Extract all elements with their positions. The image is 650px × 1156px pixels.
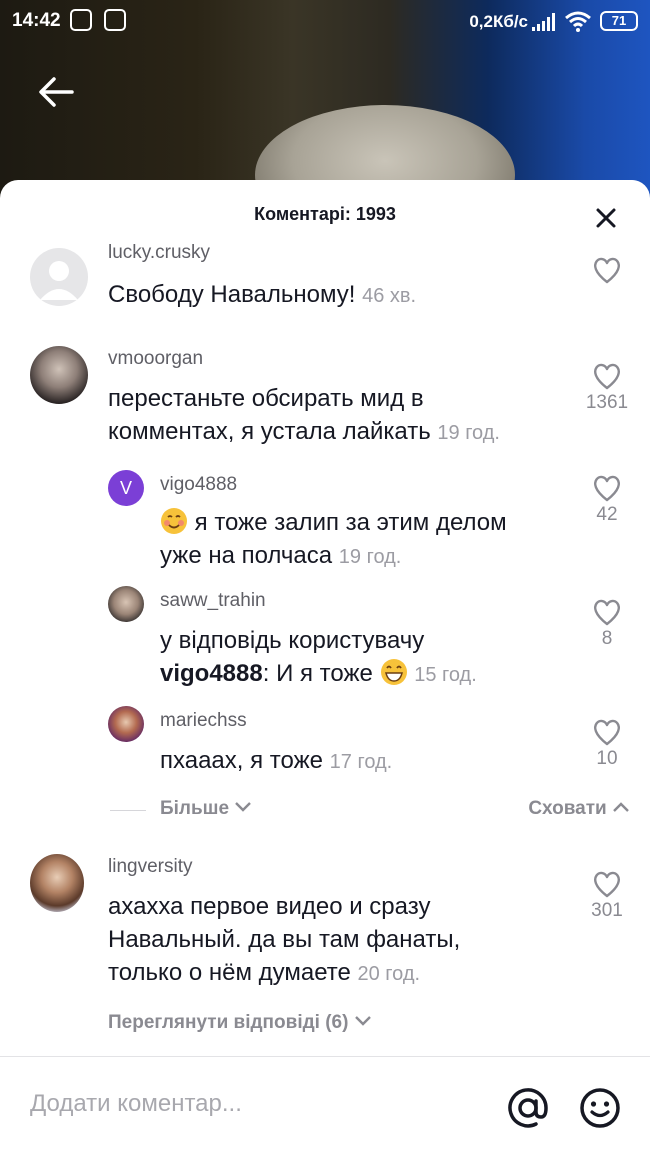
back-arrow-icon[interactable] [36, 72, 76, 112]
comment-time: 19 год. [437, 422, 500, 444]
comment-username[interactable]: lucky.crusky [108, 242, 210, 264]
comment-text: я тоже залип за этим делом уже на полчас… [160, 506, 507, 574]
avatar[interactable] [30, 346, 88, 404]
chevron-down-icon [354, 1016, 371, 1026]
heart-icon [594, 719, 620, 746]
hide-replies-label: Сховати [528, 798, 607, 819]
comment-body-line: : И я тоже [262, 660, 373, 687]
comments-sheet: Коментарі: 1993 lucky.crusky Свободу Нав… [0, 180, 650, 1156]
comment-time: 20 год. [357, 963, 421, 985]
avatar[interactable] [30, 248, 88, 306]
comment-time: 19 год. [338, 546, 402, 568]
like-count: 301 [591, 900, 623, 921]
chevron-down-icon [235, 802, 252, 812]
comment-body: Свободу Навальному! [108, 281, 356, 308]
status-time: 14:42 [12, 10, 61, 31]
comment-body: пхааах, я тоже [160, 747, 323, 774]
avatar[interactable] [108, 586, 144, 622]
show-more-label: Більше [160, 798, 230, 819]
view-replies-label: Переглянути відповіді (6) [108, 1012, 349, 1033]
blushing-smile-emoji-icon [161, 508, 187, 534]
show-more-button[interactable]: Більше [160, 798, 252, 820]
signal-icon [532, 13, 555, 31]
like-count: 8 [601, 628, 613, 649]
like-count: 10 [596, 748, 618, 769]
comment-text: ахахха первое видео и сразу Навальный. д… [108, 890, 460, 991]
grinning-emoji-icon [380, 659, 407, 685]
comment-body-line: я тоже залип за этим делом [194, 509, 507, 536]
comment-username[interactable]: saww_trahin [160, 590, 266, 612]
comment-text: перестаньте обсирать мид в комментах, я … [108, 382, 500, 450]
hide-replies-button[interactable]: Сховати [528, 798, 630, 820]
comment-body-line: только о нём думаете [108, 959, 351, 986]
comment-username[interactable]: mariechss [160, 710, 247, 732]
comment-body-line: комментах, я устала лайкать [108, 418, 431, 445]
like-button[interactable] [577, 256, 637, 284]
comment-time: 17 год. [329, 751, 393, 773]
like-button[interactable]: 8 [577, 598, 637, 650]
like-button[interactable]: 1361 [577, 362, 637, 414]
close-icon[interactable] [592, 204, 620, 232]
status-bar: 14:42 0,2Кб/с 71 [0, 0, 650, 44]
wifi-icon [565, 11, 591, 32]
mention-at-icon[interactable] [506, 1086, 550, 1130]
heart-icon [594, 475, 620, 502]
comment-body-line: уже на полчаса [160, 542, 333, 569]
comment-text: Свободу Навальному! 46 хв. [108, 278, 416, 313]
like-button[interactable]: 301 [577, 870, 637, 922]
like-count: 42 [596, 504, 618, 525]
app-notification-icon-2 [104, 9, 126, 31]
heart-icon [594, 871, 620, 898]
view-replies-button[interactable]: Переглянути відповіді (6) [108, 1012, 372, 1034]
comment-time: 15 год. [414, 664, 477, 686]
comment-body-line: Навальный. да вы там фанаты, [108, 926, 461, 953]
like-button[interactable]: 42 [577, 474, 637, 526]
replies-divider [110, 810, 146, 811]
network-speed: 0,2Кб/с [469, 12, 528, 31]
comment-username[interactable]: vigo4888 [160, 474, 237, 496]
mention-link[interactable]: vigo4888 [160, 660, 263, 687]
emoji-icon[interactable] [578, 1086, 622, 1130]
comment-username[interactable]: lingversity [108, 856, 192, 878]
chevron-up-icon [613, 802, 629, 812]
comment-input[interactable]: Додати коментар... [30, 1090, 242, 1118]
input-divider [0, 1056, 650, 1057]
comment-body-line: перестаньте обсирать мид в [108, 385, 424, 412]
avatar[interactable] [30, 854, 84, 912]
like-count: 1361 [585, 392, 629, 413]
avatar[interactable] [108, 706, 144, 742]
default-avatar-icon [40, 261, 78, 300]
heart-icon [594, 363, 620, 390]
comment-time: 46 хв. [362, 285, 417, 307]
comments-title: Коментарі: 1993 [254, 204, 396, 224]
comment-text: пхааах, я тоже 17 год. [160, 744, 392, 779]
avatar[interactable]: V [108, 470, 144, 506]
like-button[interactable]: 10 [577, 718, 637, 770]
heart-icon [594, 599, 620, 626]
heart-icon [594, 257, 620, 284]
battery-icon: 71 [600, 11, 638, 31]
app-notification-icon [70, 9, 92, 31]
comment-body-line: у відповідь користувачу [160, 627, 425, 654]
comment-text: у відповідь користувачу vigo4888: И я то… [160, 624, 477, 692]
comment-username[interactable]: vmooorgan [108, 348, 203, 370]
replies-controls: Більше Сховати [110, 798, 630, 828]
comment-body-line: ахахха первое видео и сразу [108, 893, 431, 920]
